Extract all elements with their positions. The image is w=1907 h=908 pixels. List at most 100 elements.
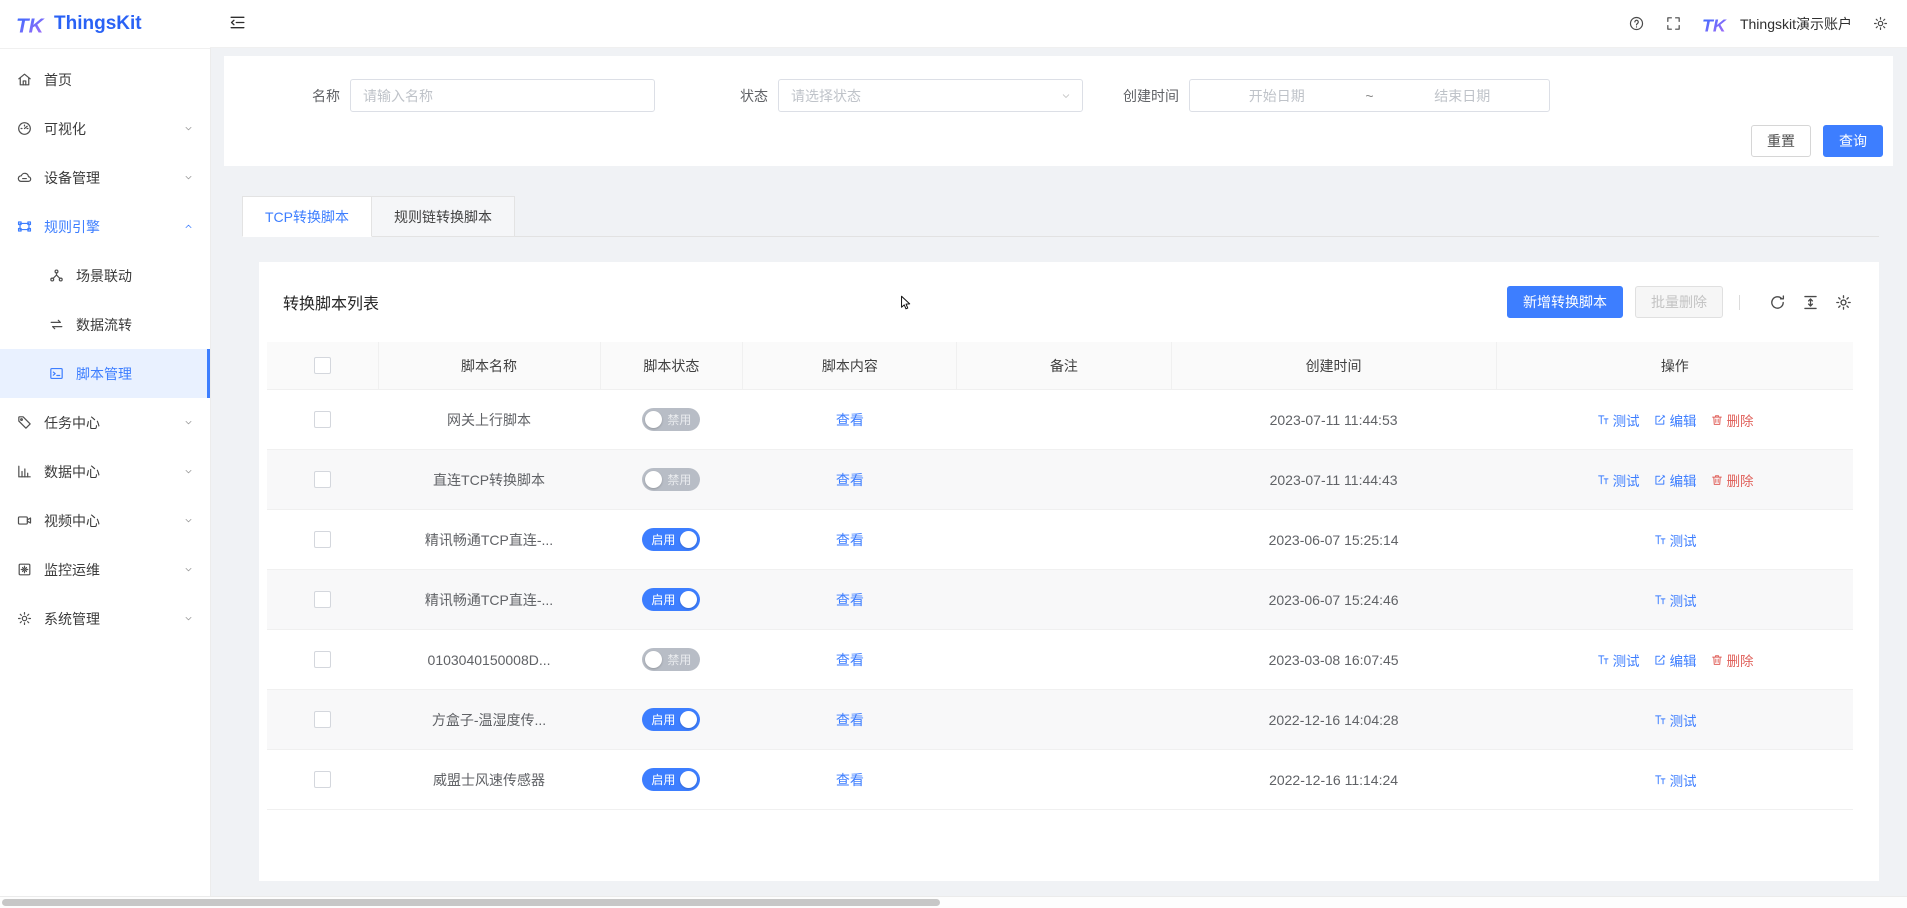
- row-checkbox[interactable]: [314, 531, 331, 548]
- reset-button[interactable]: 重置: [1751, 125, 1811, 157]
- status-toggle[interactable]: 启用: [642, 708, 700, 731]
- batch-delete-button[interactable]: 批量删除: [1635, 286, 1723, 318]
- row-checkbox[interactable]: [314, 711, 331, 728]
- test-action[interactable]: 测试: [1653, 710, 1697, 730]
- sidebar-item-home[interactable]: 首页: [0, 55, 210, 104]
- view-script-link[interactable]: 查看: [836, 772, 864, 788]
- name-filter-input[interactable]: [350, 79, 655, 112]
- sidebar-item-rule-engine[interactable]: 规则引擎: [0, 202, 210, 251]
- date-range-picker[interactable]: 开始日期 ~ 结束日期: [1189, 79, 1550, 112]
- script-content-cell: 查看: [743, 570, 957, 630]
- status-toggle[interactable]: 禁用: [642, 468, 700, 491]
- monitor-icon: [16, 561, 33, 578]
- edit-action[interactable]: 编辑: [1653, 410, 1697, 430]
- test-icon: [1653, 713, 1667, 727]
- test-action[interactable]: 测试: [1596, 470, 1640, 490]
- name-filter-label: 名称: [312, 86, 340, 106]
- sidebar-item-system-management[interactable]: 系统管理: [0, 594, 210, 643]
- test-action[interactable]: 测试: [1653, 590, 1697, 610]
- column-header: 脚本内容: [743, 342, 957, 390]
- edit-action[interactable]: 编辑: [1653, 470, 1697, 490]
- view-script-link[interactable]: 查看: [836, 652, 864, 668]
- row-checkbox[interactable]: [314, 771, 331, 788]
- row-checkbox[interactable]: [314, 471, 331, 488]
- script-name: 网关上行脚本: [378, 390, 600, 450]
- test-icon: [1653, 533, 1667, 547]
- tab-bar: TCP转换脚本规则链转换脚本: [242, 196, 1879, 237]
- horizontal-scrollbar[interactable]: [0, 896, 1907, 908]
- settings-icon[interactable]: [1872, 15, 1889, 32]
- sidebar-item-visualization[interactable]: 可视化: [0, 104, 210, 153]
- table-row: 0103040150008D...禁用查看2023-03-08 16:07:45…: [267, 630, 1853, 690]
- search-button[interactable]: 查询: [1823, 125, 1883, 157]
- delete-action[interactable]: 删除: [1710, 650, 1754, 670]
- status-toggle[interactable]: 启用: [642, 588, 700, 611]
- add-script-button[interactable]: 新增转换脚本: [1507, 286, 1623, 318]
- edit-icon: [1653, 413, 1667, 427]
- view-script-link[interactable]: 查看: [836, 532, 864, 548]
- sidebar-item-data-center[interactable]: 数据中心: [0, 447, 210, 496]
- task-icon: [16, 414, 33, 431]
- chevron-down-icon: [183, 466, 194, 477]
- column-header: 创建时间: [1171, 342, 1496, 390]
- test-icon: [1596, 413, 1610, 427]
- row-checkbox[interactable]: [314, 651, 331, 668]
- status-filter-select[interactable]: 请选择状态: [778, 79, 1083, 112]
- view-script-link[interactable]: 查看: [836, 472, 864, 488]
- test-action[interactable]: 测试: [1653, 770, 1697, 790]
- fullscreen-icon[interactable]: [1665, 15, 1682, 32]
- brand-logo[interactable]: TK ThingsKit: [0, 0, 210, 49]
- delete-action[interactable]: 删除: [1710, 470, 1754, 490]
- status-toggle[interactable]: 禁用: [642, 408, 700, 431]
- video-icon: [16, 512, 33, 529]
- refresh-icon[interactable]: [1768, 293, 1787, 312]
- home-icon: [16, 71, 33, 88]
- tab-tcp[interactable]: TCP转换脚本: [242, 196, 372, 237]
- test-icon: [1596, 653, 1610, 667]
- sidebar-item-video-center[interactable]: 视频中心: [0, 496, 210, 545]
- account-name[interactable]: Thingskit演示账户: [1740, 14, 1852, 34]
- status-toggle[interactable]: 启用: [642, 768, 700, 791]
- sidebar-item-script-management[interactable]: 脚本管理: [0, 349, 210, 398]
- view-script-link[interactable]: 查看: [836, 592, 864, 608]
- script-status-cell: 禁用: [600, 630, 743, 690]
- script-content-cell: 查看: [743, 390, 957, 450]
- status-toggle[interactable]: 启用: [642, 528, 700, 551]
- row-checkbox[interactable]: [314, 591, 331, 608]
- test-action[interactable]: 测试: [1596, 650, 1640, 670]
- chevron-down-icon: [1060, 90, 1072, 102]
- view-script-link[interactable]: 查看: [836, 712, 864, 728]
- sidebar-item-monitor-ops[interactable]: 监控运维: [0, 545, 210, 594]
- select-all-checkbox[interactable]: [314, 357, 331, 374]
- collapse-sidebar-button[interactable]: [228, 13, 247, 32]
- sidebar-item-device-management[interactable]: 设备管理: [0, 153, 210, 202]
- sidebar-item-task-center[interactable]: 任务中心: [0, 398, 210, 447]
- row-checkbox[interactable]: [314, 411, 331, 428]
- date-filter-label: 创建时间: [1123, 86, 1179, 106]
- test-action[interactable]: 测试: [1596, 410, 1640, 430]
- status-toggle[interactable]: 禁用: [642, 648, 700, 671]
- row-height-icon[interactable]: [1801, 293, 1820, 312]
- delete-action[interactable]: 删除: [1710, 410, 1754, 430]
- script-name: 0103040150008D...: [378, 630, 600, 690]
- tab-rule-chain[interactable]: 规则链转换脚本: [372, 196, 515, 237]
- chevron-down-icon: [183, 515, 194, 526]
- created-time: 2022-12-16 11:14:24: [1171, 750, 1496, 810]
- scrollbar-thumb[interactable]: [2, 899, 940, 906]
- account-avatar[interactable]: TK: [1702, 11, 1728, 37]
- sidebar-item-label: 首页: [44, 70, 194, 90]
- script-name: 直连TCP转换脚本: [378, 450, 600, 510]
- remark-cell: [957, 450, 1171, 510]
- table-settings-icon[interactable]: [1834, 293, 1853, 312]
- edit-action[interactable]: 编辑: [1653, 650, 1697, 670]
- help-icon[interactable]: [1628, 15, 1645, 32]
- chart-icon: [16, 463, 33, 480]
- test-action[interactable]: 测试: [1653, 530, 1697, 550]
- view-script-link[interactable]: 查看: [836, 412, 864, 428]
- sidebar-item-data-flow[interactable]: 数据流转: [0, 300, 210, 349]
- table-body: 网关上行脚本禁用查看2023-07-11 11:44:53测试编辑删除直连TCP…: [267, 390, 1853, 810]
- chevron-down-icon: [183, 613, 194, 624]
- sidebar-item-label: 场景联动: [76, 266, 194, 286]
- table-toolbar: 新增转换脚本 批量删除: [1495, 286, 1853, 318]
- sidebar-item-scene-linkage[interactable]: 场景联动: [0, 251, 210, 300]
